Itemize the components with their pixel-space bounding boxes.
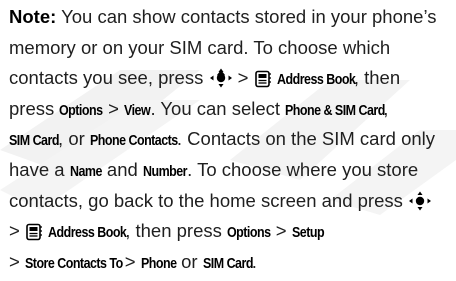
note-text: contacts you see, press <box>9 67 209 89</box>
key-store-contacts-to: Store Contacts To <box>24 255 123 272</box>
note-text: press <box>9 97 60 119</box>
note-text: memory or on your SIM card. To choose wh… <box>9 36 391 58</box>
key-options: Options <box>227 225 271 242</box>
key-number: Number <box>142 163 188 180</box>
note-text: > <box>9 250 25 272</box>
key-address-book: Address Book <box>48 225 127 242</box>
note-line: contacts, go back to the home screen and… <box>9 186 454 217</box>
note-text: . To choose where you store <box>187 158 419 180</box>
note-text: have a <box>9 158 70 180</box>
key-phone-sim-card: Phone & SIM Card <box>285 102 386 119</box>
note-text: > <box>232 67 254 89</box>
key-view: View <box>124 102 151 119</box>
note-line: memory or on your SIM card. To choose wh… <box>9 33 454 64</box>
note-line: have a Name and Number. To choose where … <box>9 155 454 186</box>
note-text: contacts, go back to the home screen and… <box>9 189 409 211</box>
key-name: Name <box>69 163 102 180</box>
key-phone: Phone <box>140 255 177 272</box>
note-text: > <box>270 220 292 242</box>
note-line: Note: You can show contacts stored in yo… <box>9 2 454 33</box>
note-label: Note: <box>9 6 57 27</box>
key-phone-contacts: Phone Contacts <box>89 133 178 150</box>
note-text: You can show contacts stored in your pho… <box>56 6 437 27</box>
note-text: > <box>9 220 25 242</box>
note-text: and <box>101 158 143 180</box>
note-line: > Address Book, then press Options > Set… <box>9 216 454 247</box>
key-sim-card: SIM Card <box>9 133 59 150</box>
key-options: Options <box>59 102 103 119</box>
note-line: press Options > View. You can select Pho… <box>9 94 454 125</box>
key-setup: Setup <box>291 225 325 242</box>
note-line: SIM Card, or Phone Contacts. Contacts on… <box>9 124 454 155</box>
note-text: , then press <box>125 220 228 242</box>
note-text: , then <box>353 67 401 89</box>
note-paragraph: Note: You can show contacts stored in yo… <box>9 2 454 277</box>
note-line: > Store Contacts To > Phone or SIM Card. <box>9 247 454 278</box>
note-line: contacts you see, press > Address Book, … <box>9 63 454 94</box>
note-text: or <box>175 250 203 272</box>
note-text: . Contacts on the SIM card only <box>176 128 436 150</box>
nav-key-icon <box>408 190 432 221</box>
note-text: , or <box>58 128 90 150</box>
key-sim-card: SIM Card <box>202 255 253 272</box>
key-address-book: Address Book <box>276 72 356 89</box>
note-text: . You can select <box>150 97 286 119</box>
note-text: > <box>102 97 125 119</box>
